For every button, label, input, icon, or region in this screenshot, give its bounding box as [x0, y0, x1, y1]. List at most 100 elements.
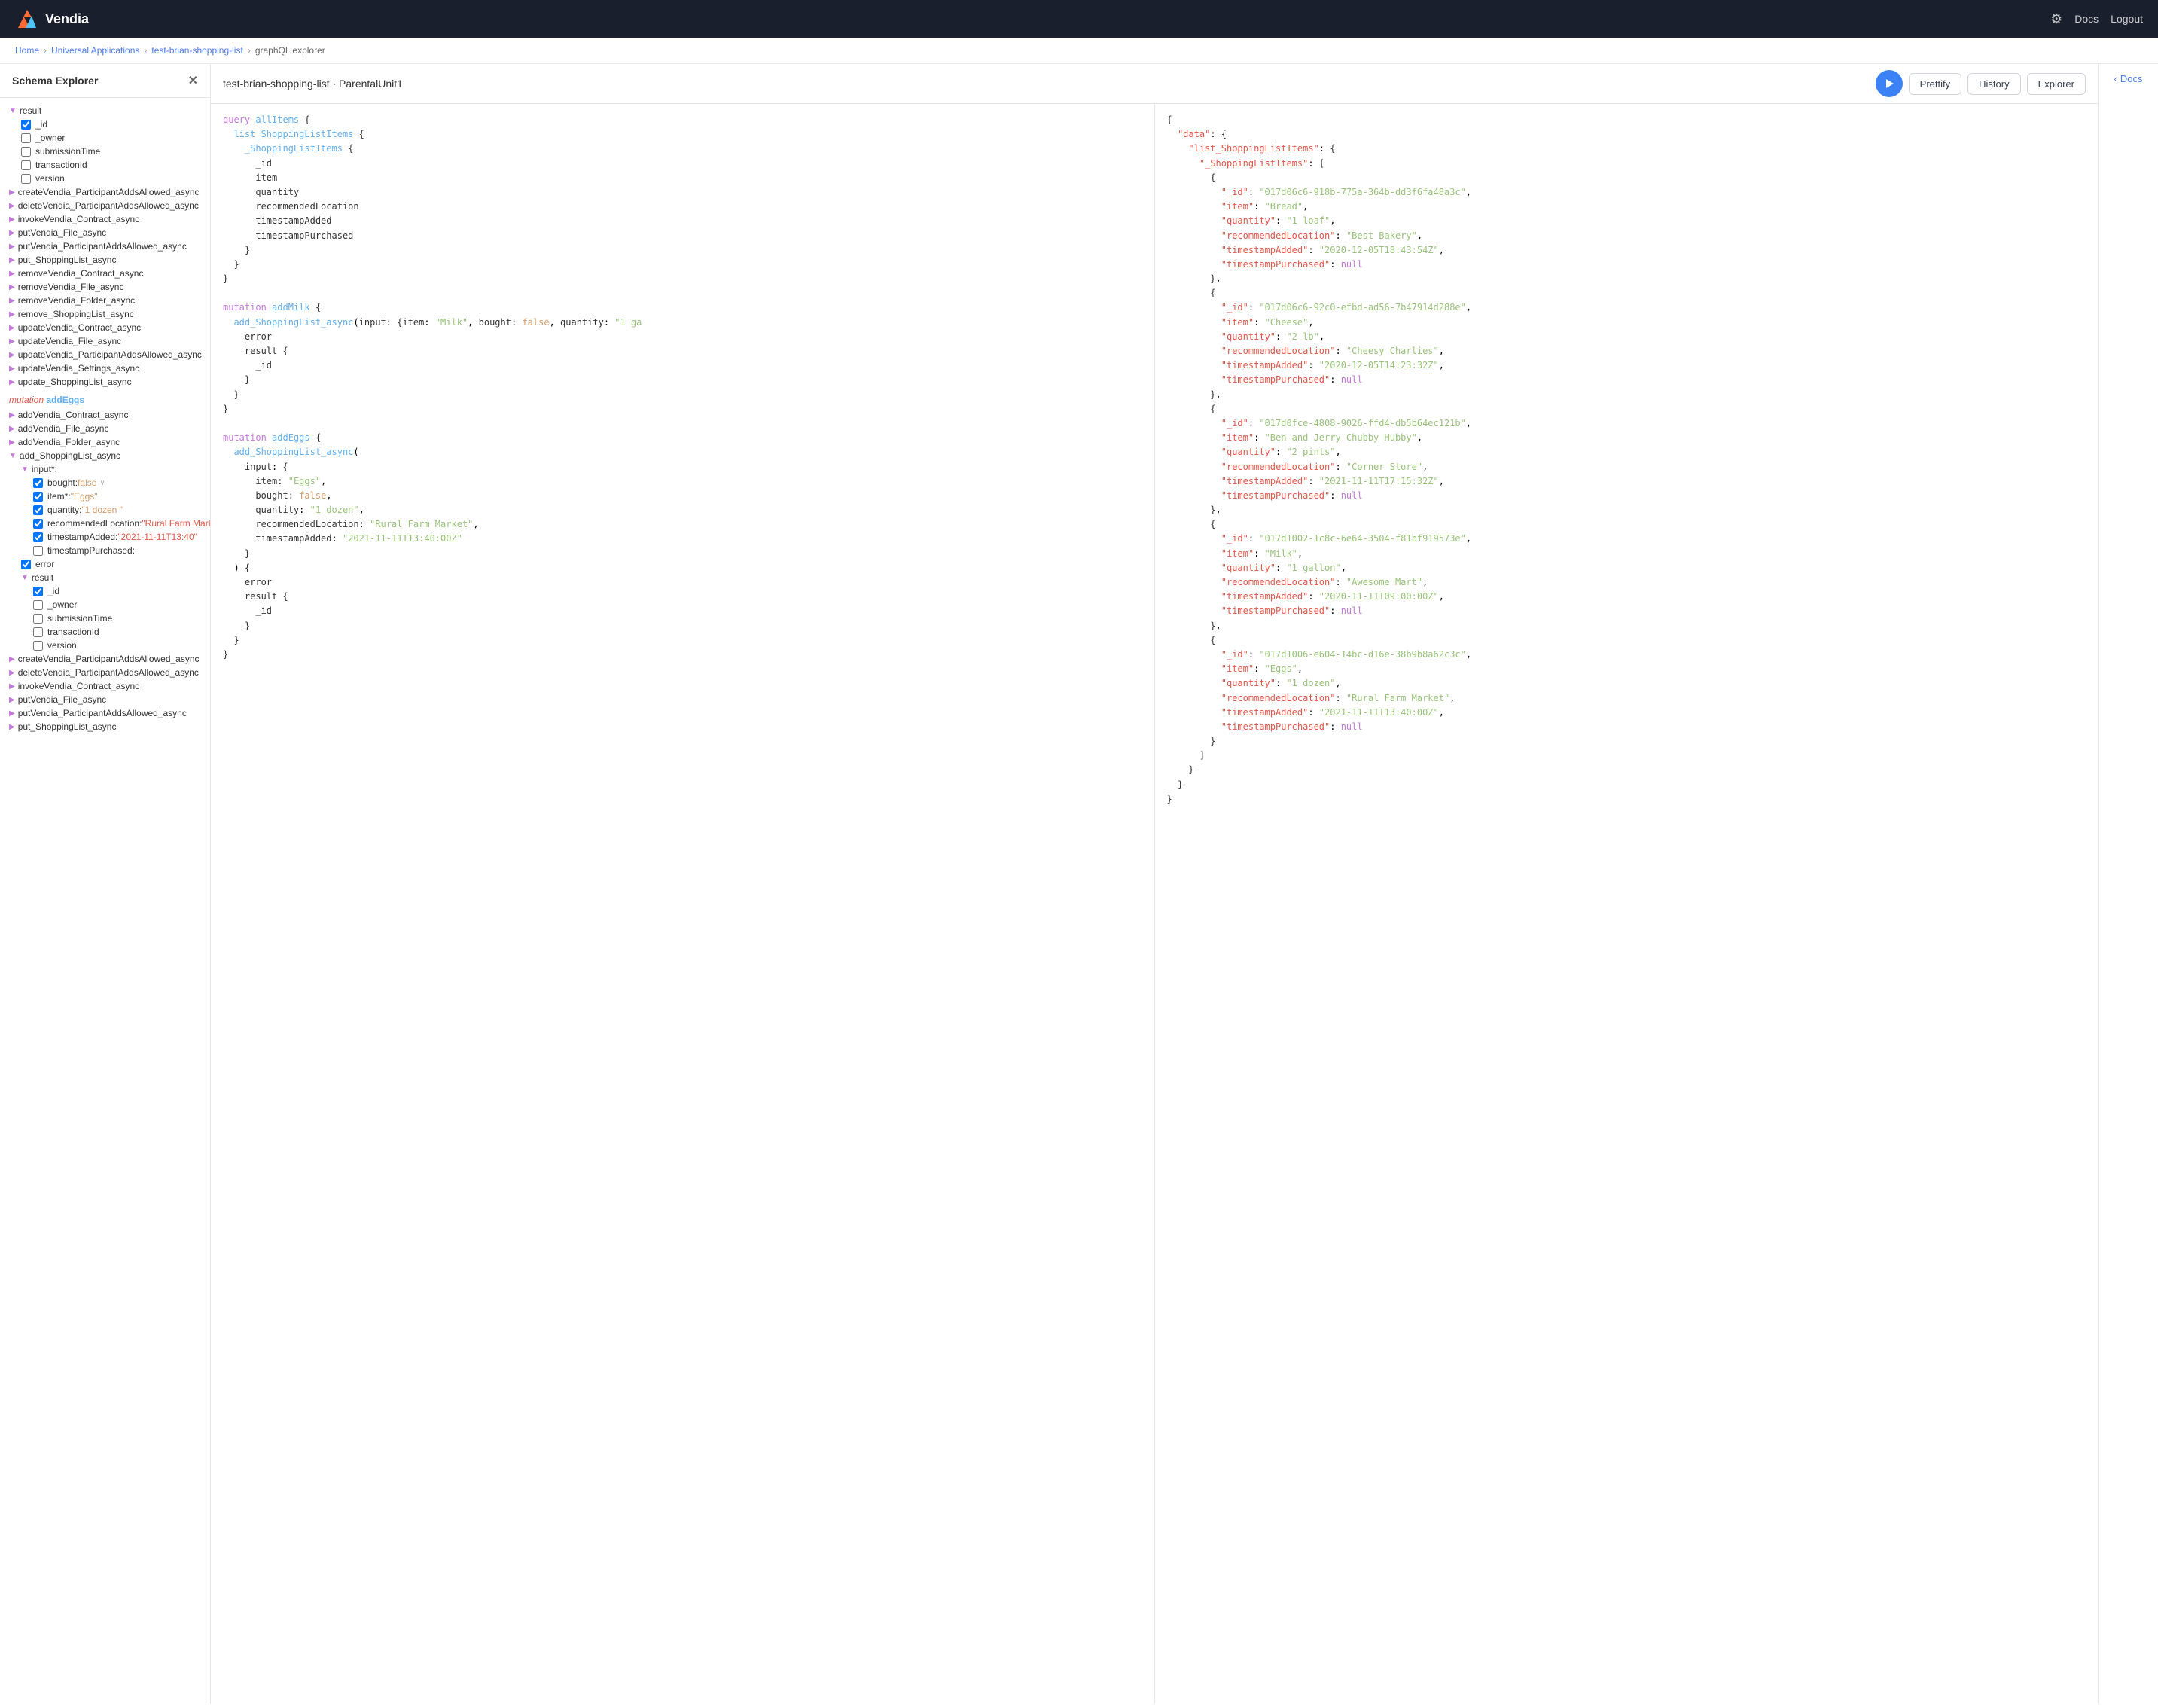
explorer-button[interactable]: Explorer: [2027, 73, 2086, 95]
tree-item-result-id[interactable]: _id: [3, 584, 207, 598]
tree-item-quantity[interactable]: quantity: "1 dozen ": [3, 503, 207, 517]
tree-item-put-file2[interactable]: ▶ putVendia_File_async: [3, 693, 207, 706]
tree-label: bought:: [47, 477, 78, 488]
tree-item-error[interactable]: error: [3, 557, 207, 571]
breadcrumb: Home › Universal Applications › test-bri…: [0, 38, 2158, 64]
tree-item-add-file[interactable]: ▶ addVendia_File_async: [3, 422, 207, 435]
tree-item-create-participant[interactable]: ▶ createVendia_ParticipantAddsAllowed_as…: [3, 185, 207, 199]
tree-item-delete-participant[interactable]: ▶ deleteVendia_ParticipantAddsAllowed_as…: [3, 199, 207, 212]
play-icon: [1884, 78, 1894, 89]
tree-item-remove-file[interactable]: ▶ removeVendia_File_async: [3, 280, 207, 294]
tree-item-add-folder[interactable]: ▶ addVendia_Folder_async: [3, 435, 207, 449]
tree-item-result-version[interactable]: version: [3, 639, 207, 652]
tree-item-update-participant[interactable]: ▶ updateVendia_ParticipantAddsAllowed_as…: [3, 348, 207, 361]
tree-item-put-shopping[interactable]: ▶ put_ShoppingList_async: [3, 253, 207, 267]
query-editor[interactable]: query allItems { list_ShoppingListItems …: [211, 104, 1155, 1704]
tree-item-bought[interactable]: bought: false ∨: [3, 476, 207, 490]
history-button[interactable]: History: [1967, 73, 2020, 95]
checkbox-item[interactable]: [33, 492, 43, 502]
checkbox-timestamp-added[interactable]: [33, 532, 43, 542]
toggle-icon: ▼: [9, 452, 17, 460]
checkbox-result-submissiontime[interactable]: [33, 614, 43, 624]
tree-item-item[interactable]: item*: "Eggs": [3, 490, 207, 503]
toggle-icon: ▶: [9, 188, 15, 197]
tree-item-recommended-location[interactable]: recommendedLocation: "Rural Farm Market": [3, 517, 207, 530]
checkbox-bought[interactable]: [33, 478, 43, 488]
docs-panel: ‹ Docs: [2098, 64, 2158, 1704]
tree-label: updateVendia_Contract_async: [18, 322, 141, 333]
breadcrumb-universal-applications[interactable]: Universal Applications: [51, 45, 139, 56]
tree-item-result[interactable]: ▼ result: [3, 104, 207, 117]
tree-item-remove-folder[interactable]: ▶ removeVendia_Folder_async: [3, 294, 207, 307]
tree-item-put-file[interactable]: ▶ putVendia_File_async: [3, 226, 207, 239]
tree-item-submissiontime[interactable]: submissionTime: [3, 145, 207, 158]
checkbox-transactionid[interactable]: [21, 160, 31, 170]
checkbox-result-id[interactable]: [33, 587, 43, 596]
toggle-icon: ▶: [9, 709, 15, 718]
checkbox-error[interactable]: [21, 560, 31, 569]
tree-label: removeVendia_Contract_async: [18, 268, 144, 279]
tree-item-timestamp-purchased[interactable]: timestampPurchased:: [3, 544, 207, 557]
schema-explorer-sidebar: Schema Explorer ✕ ▼ result _id _owner su…: [0, 64, 211, 1704]
tree-item-version[interactable]: version: [3, 172, 207, 185]
tree-item-update-shopping[interactable]: ▶ update_ShoppingList_async: [3, 375, 207, 389]
docs-link[interactable]: Docs: [2074, 13, 2099, 25]
checkbox-owner[interactable]: [21, 133, 31, 143]
tree-item-update-file[interactable]: ▶ updateVendia_File_async: [3, 334, 207, 348]
tree-item-timestamp-added[interactable]: timestampAdded: "2021-11-11T13:40": [3, 530, 207, 544]
tree-item-remove-contract[interactable]: ▶ removeVendia_Contract_async: [3, 267, 207, 280]
checkbox-version[interactable]: [21, 174, 31, 184]
checkbox-result-transactionid[interactable]: [33, 627, 43, 637]
main-layout: Schema Explorer ✕ ▼ result _id _owner su…: [0, 64, 2158, 1704]
tree-item-result-transactionid[interactable]: transactionId: [3, 625, 207, 639]
tree-item-add-shopping[interactable]: ▼ add_ShoppingList_async: [3, 449, 207, 462]
tree-label: error: [35, 559, 54, 569]
tree-item-update-settings[interactable]: ▶ updateVendia_Settings_async: [3, 361, 207, 375]
tree-item-owner[interactable]: _owner: [3, 131, 207, 145]
tree-item-update-contract[interactable]: ▶ updateVendia_Contract_async: [3, 321, 207, 334]
checkbox-quantity[interactable]: [33, 505, 43, 515]
tree-item-delete-participant2[interactable]: ▶ deleteVendia_ParticipantAddsAllowed_as…: [3, 666, 207, 679]
checkbox-result-version[interactable]: [33, 641, 43, 651]
tree-item-invoke-contract[interactable]: ▶ invokeVendia_Contract_async: [3, 212, 207, 226]
checkbox-recommended-location[interactable]: [33, 519, 43, 529]
editor-area: test-brian-shopping-list · ParentalUnit1…: [211, 64, 2098, 1704]
breadcrumb-shopping-list[interactable]: test-brian-shopping-list: [151, 45, 242, 56]
tree-item-put-shopping2[interactable]: ▶ put_ShoppingList_async: [3, 720, 207, 734]
tree-item-input[interactable]: ▼ input*:: [3, 462, 207, 476]
checkbox-result-owner[interactable]: [33, 600, 43, 610]
checkbox-submissiontime[interactable]: [21, 147, 31, 157]
docs-button[interactable]: ‹ Docs: [2114, 73, 2143, 84]
tree-item-add-contract[interactable]: ▶ addVendia_Contract_async: [3, 408, 207, 422]
tree-item-put-participant[interactable]: ▶ putVendia_ParticipantAddsAllowed_async: [3, 239, 207, 253]
tree-label: removeVendia_File_async: [18, 282, 124, 292]
result-panel: { "data": { "list_ShoppingListItems": { …: [1155, 104, 2099, 1704]
result-code: { "data": { "list_ShoppingListItems": { …: [1167, 113, 2086, 807]
settings-icon[interactable]: ⚙: [2050, 11, 2062, 27]
toggle-icon: ▶: [9, 351, 15, 359]
toggle-icon: ▶: [9, 337, 15, 346]
tree-item-id[interactable]: _id: [3, 117, 207, 131]
tree-item-transactionid[interactable]: transactionId: [3, 158, 207, 172]
tree-item-put-participant2[interactable]: ▶ putVendia_ParticipantAddsAllowed_async: [3, 706, 207, 720]
tree-item-create-participant2[interactable]: ▶ createVendia_ParticipantAddsAllowed_as…: [3, 652, 207, 666]
sidebar-tree: ▼ result _id _owner submissionTime trans…: [0, 98, 210, 740]
checkbox-id[interactable]: [21, 120, 31, 130]
run-button[interactable]: [1876, 70, 1903, 97]
tree-label: transactionId: [35, 160, 87, 170]
tree-item-invoke-contract2[interactable]: ▶ invokeVendia_Contract_async: [3, 679, 207, 693]
tree-item-result-submissiontime[interactable]: submissionTime: [3, 612, 207, 625]
tree-item-remove-shopping[interactable]: ▶ remove_ShoppingList_async: [3, 307, 207, 321]
prettify-button[interactable]: Prettify: [1909, 73, 1961, 95]
tree-label: invokeVendia_Contract_async: [18, 681, 139, 691]
logout-link[interactable]: Logout: [2111, 13, 2143, 25]
checkbox-timestamp-purchased[interactable]: [33, 546, 43, 556]
mutation-section-label: mutation addEggs: [3, 389, 207, 408]
close-icon[interactable]: ✕: [188, 73, 198, 88]
toggle-icon: ▶: [9, 202, 15, 210]
tree-item-result-owner[interactable]: _owner: [3, 598, 207, 612]
tree-label: updateVendia_Settings_async: [18, 363, 139, 374]
breadcrumb-home[interactable]: Home: [15, 45, 39, 56]
toggle-icon: ▶: [9, 229, 15, 237]
tree-item-result2[interactable]: ▼ result: [3, 571, 207, 584]
